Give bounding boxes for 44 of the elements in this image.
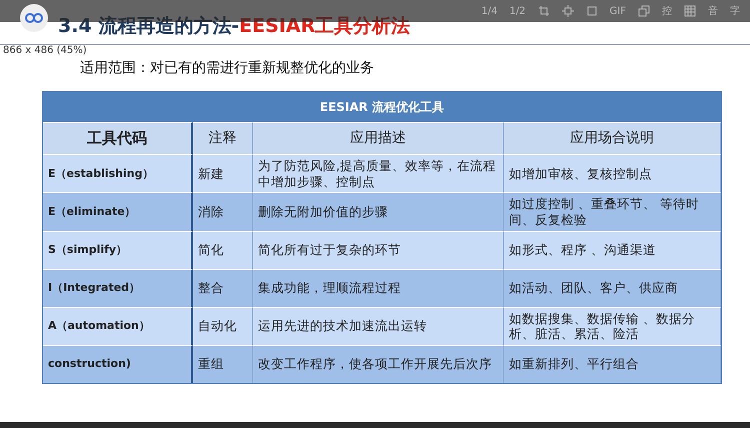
table-caption: EESIAR 流程优化工具 bbox=[43, 92, 721, 122]
column-header: 工具代码 bbox=[43, 122, 193, 154]
toolbar-button[interactable]: 控 bbox=[662, 4, 672, 18]
column-header: 应用描述 bbox=[253, 122, 504, 154]
column-header: 应用场合说明 bbox=[504, 122, 721, 154]
toolbar-button[interactable]: 1/4 bbox=[481, 6, 498, 16]
toolbar-button[interactable]: 音 bbox=[708, 4, 718, 18]
table-cell: S（simplify） bbox=[43, 230, 193, 268]
table-cell: E（eliminate） bbox=[43, 192, 193, 230]
table-cell: 如活动、团队、客户、供应商 bbox=[504, 268, 721, 306]
table-cell: 新建 bbox=[193, 154, 253, 192]
image-size-label: 866 x 486 (45%) bbox=[3, 45, 87, 57]
square-icon[interactable] bbox=[586, 5, 598, 17]
table-cell: E（establishing） bbox=[43, 154, 193, 192]
table-cell: 如形式、程序 、沟通渠道 bbox=[504, 230, 721, 268]
toolbar-button[interactable]: 1/2 bbox=[509, 6, 526, 16]
grid-icon[interactable] bbox=[684, 5, 696, 17]
table-cell: construction) bbox=[43, 344, 193, 383]
table-cell: I（Integrated） bbox=[43, 268, 193, 306]
table-cell: 集成功能，理顺流程过程 bbox=[253, 268, 504, 306]
table-cell: A（automation） bbox=[43, 306, 193, 345]
table-cell: 重组 bbox=[193, 344, 253, 383]
slide-title: 3.4 流程再造的方法-EESIAR工具分析法 bbox=[58, 14, 410, 38]
table-cell: 如过度控制 、重叠环节、 等待时间、反复检验 bbox=[504, 192, 721, 230]
table-cell: 删除无附加价值的步骤 bbox=[253, 192, 504, 230]
table-cell: 如数据搜集、数据传输 、数据分析、脏活、累活、险活 bbox=[504, 306, 721, 345]
table-cell: 简化 bbox=[193, 230, 253, 268]
table-cell: 如增加审核、复核控制点 bbox=[504, 154, 721, 192]
subtitle: 适用范围：对已有的需进行重新规整优化的业务 bbox=[80, 59, 374, 77]
table-cell: 改变工作程序，使各项工作开展先后次序 bbox=[253, 344, 504, 383]
table-cell: 消除 bbox=[193, 192, 253, 230]
crop-icon[interactable] bbox=[538, 5, 550, 17]
toolbar-button[interactable]: 字 bbox=[730, 4, 740, 18]
table-cell: 为了防范风险,提高质量、效率等，在流程中增加步骤、控制点 bbox=[253, 154, 504, 192]
app-icon[interactable] bbox=[20, 4, 48, 32]
table-cell: 运用先进的技术加速流出运转 bbox=[253, 306, 504, 345]
copy-icon[interactable] bbox=[638, 5, 650, 17]
column-header: 注释 bbox=[193, 122, 253, 154]
target-icon[interactable] bbox=[562, 5, 574, 17]
table-cell: 如重新排列、平行组合 bbox=[504, 344, 721, 383]
table-cell: 简化所有过于复杂的环节 bbox=[253, 230, 504, 268]
toolbar-button[interactable]: GIF bbox=[610, 6, 626, 16]
table-cell: 整合 bbox=[193, 268, 253, 306]
table-cell: 自动化 bbox=[193, 306, 253, 345]
